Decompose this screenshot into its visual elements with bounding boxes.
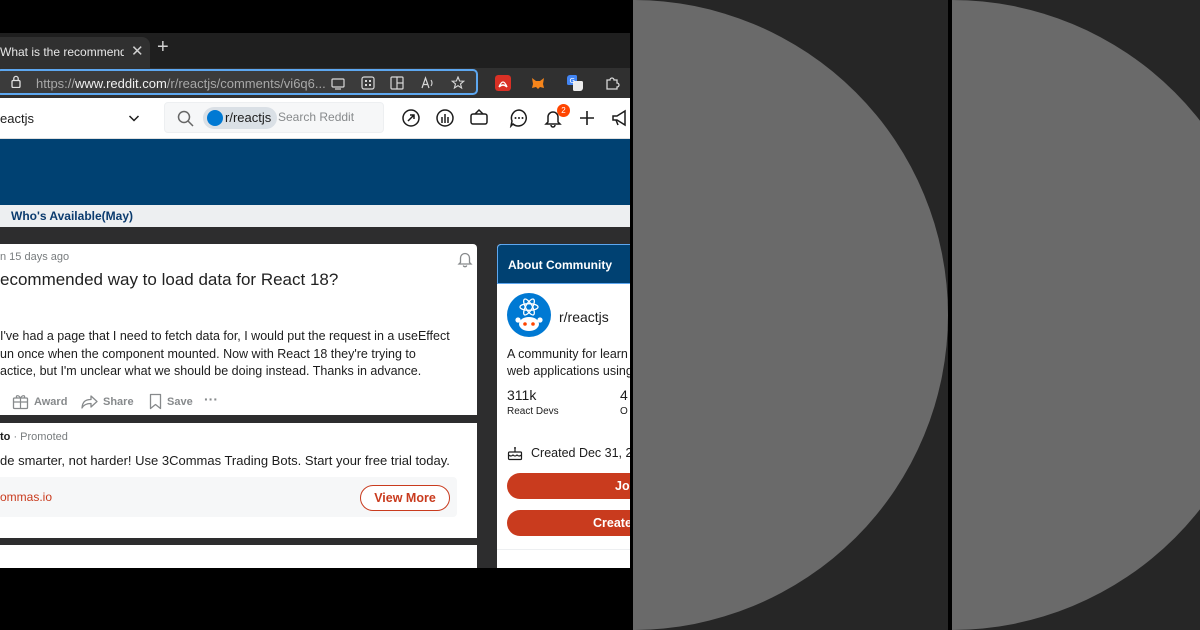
post-body-line: actice, but I'm unclear what we should b… bbox=[0, 364, 422, 378]
reader-mode-icon[interactable] bbox=[331, 76, 345, 90]
community-description-line: A community for learn bbox=[507, 347, 628, 361]
subreddit-avatar bbox=[207, 110, 223, 126]
tab-strip: What is the recommended ✕ + bbox=[0, 33, 630, 68]
community-name[interactable]: r/reactjs bbox=[559, 309, 609, 325]
post-body-line: un once when the component mounted. Now … bbox=[0, 346, 416, 361]
community-avatar-icon bbox=[507, 293, 551, 337]
online-count: 4 bbox=[620, 387, 628, 403]
award-icon[interactable] bbox=[12, 393, 29, 410]
award-button[interactable]: Award bbox=[34, 394, 67, 410]
chevron-down-icon[interactable] bbox=[128, 112, 140, 124]
browser-tab[interactable]: What is the recommended ✕ bbox=[0, 37, 150, 68]
url-input[interactable]: https://www.reddit.com/r/reactjs/comment… bbox=[0, 69, 478, 95]
about-community-header: About Community bbox=[497, 244, 630, 284]
read-aloud-icon[interactable] bbox=[421, 76, 435, 90]
live-video-icon[interactable] bbox=[469, 108, 489, 128]
created-date: Created Dec 31, 20 bbox=[531, 446, 630, 460]
post-meta: n 15 days ago bbox=[0, 251, 70, 263]
members-label: React Devs bbox=[507, 406, 559, 417]
decorative-panel-left bbox=[633, 0, 948, 630]
about-community-title: About Community bbox=[508, 258, 612, 272]
url-path: /r/reactjs/comments/vi6q6... bbox=[166, 76, 326, 91]
share-button[interactable]: Share bbox=[103, 394, 134, 410]
new-tab-icon[interactable]: + bbox=[157, 37, 169, 57]
decorative-half-circle-left bbox=[633, 0, 948, 630]
join-button[interactable]: Joi bbox=[507, 473, 630, 499]
online-label: O bbox=[620, 406, 628, 417]
post-body-line: I've had a page that I need to fetch dat… bbox=[0, 329, 450, 343]
create-post-button[interactable]: Create bbox=[507, 510, 630, 536]
popular-arrow-icon[interactable] bbox=[401, 108, 421, 128]
apps-grid-icon[interactable] bbox=[361, 76, 375, 90]
follow-post-bell-icon[interactable] bbox=[456, 250, 474, 268]
url-prefix: https:// bbox=[36, 76, 76, 91]
next-post-card[interactable] bbox=[0, 545, 477, 568]
promo-author: to bbox=[0, 431, 11, 443]
post-title[interactable]: ecommended way to load data for React 18… bbox=[0, 270, 338, 290]
members-count: 311k bbox=[507, 387, 537, 403]
coins-icon[interactable] bbox=[435, 108, 455, 128]
notification-badge: 2 bbox=[557, 104, 570, 117]
tab-title: What is the recommended bbox=[0, 45, 124, 59]
advertise-megaphone-icon[interactable] bbox=[610, 108, 630, 128]
composite-image: What is the recommended ✕ + https://www.… bbox=[0, 0, 1200, 630]
promo-link-box[interactable]: ommas.io View More bbox=[0, 477, 457, 517]
about-community-card: About Community r/reactjs A community fo… bbox=[497, 244, 630, 568]
subreddit-search-chip[interactable]: r/reactjs bbox=[203, 107, 278, 129]
cake-icon bbox=[507, 447, 523, 461]
subreddit-chip-label: r/reactjs bbox=[225, 110, 272, 125]
metamask-extension-icon[interactable] bbox=[530, 75, 546, 91]
tab-close-icon[interactable]: ✕ bbox=[131, 42, 144, 60]
reddit-header: eactjs r/reactjs Search Reddit 2 bbox=[0, 98, 630, 139]
community-banner bbox=[0, 139, 630, 205]
decorative-panel-right bbox=[952, 0, 1200, 630]
community-menu-bar: Who's Available(May) bbox=[0, 205, 630, 227]
svg-text:G: G bbox=[570, 77, 575, 85]
promo-text: de smarter, not harder! Use 3Commas Trad… bbox=[0, 453, 450, 468]
lock-icon bbox=[11, 75, 21, 88]
window-bottom-bar bbox=[0, 568, 630, 630]
split-screen-icon[interactable] bbox=[390, 76, 404, 90]
favorite-star-icon[interactable] bbox=[451, 76, 465, 90]
search-input[interactable]: r/reactjs Search Reddit bbox=[164, 102, 384, 133]
chat-icon[interactable] bbox=[509, 108, 529, 128]
window-top-bar bbox=[0, 0, 630, 33]
menu-link-whos-available[interactable]: Who's Available(May) bbox=[11, 209, 133, 223]
translate-extension-icon[interactable]: G bbox=[567, 75, 583, 91]
search-icon bbox=[177, 110, 194, 127]
view-more-button[interactable]: View More bbox=[360, 485, 450, 511]
extensions-puzzle-icon[interactable] bbox=[604, 75, 620, 91]
about-divider bbox=[497, 549, 630, 550]
url-text: https://www.reddit.com/r/reactjs/comment… bbox=[36, 76, 326, 91]
create-post-plus-icon[interactable] bbox=[577, 108, 597, 128]
promo-separator: · bbox=[10, 431, 21, 443]
save-bookmark-icon[interactable] bbox=[147, 393, 164, 410]
address-bar: https://www.reddit.com/r/reactjs/comment… bbox=[0, 68, 630, 98]
decorative-half-circle-right bbox=[952, 0, 1200, 630]
community-description: A community for learn web applications u… bbox=[507, 346, 630, 380]
post-body: I've had a page that I need to fetch dat… bbox=[0, 328, 470, 381]
post-card[interactable]: n 15 days ago ecommended way to load dat… bbox=[0, 244, 477, 415]
community-description-line: web applications using bbox=[507, 364, 630, 378]
browser-screenshot: What is the recommended ✕ + https://www.… bbox=[0, 0, 630, 630]
community-dropdown[interactable]: eactjs bbox=[0, 111, 34, 126]
more-options-button[interactable]: ··· bbox=[204, 391, 218, 407]
promo-domain[interactable]: ommas.io bbox=[0, 490, 52, 504]
share-icon[interactable] bbox=[81, 393, 98, 410]
post-actions: Award Share Save ··· bbox=[0, 391, 477, 412]
promo-meta: to · Promoted bbox=[0, 431, 68, 443]
save-button[interactable]: Save bbox=[167, 394, 193, 410]
pdf-extension-icon[interactable] bbox=[495, 75, 511, 91]
promoted-label: Promoted bbox=[20, 431, 68, 443]
search-placeholder: Search Reddit bbox=[278, 110, 355, 124]
url-domain: www.reddit.com bbox=[75, 76, 167, 91]
promoted-post-card[interactable]: to · Promoted de smarter, not harder! Us… bbox=[0, 423, 477, 538]
